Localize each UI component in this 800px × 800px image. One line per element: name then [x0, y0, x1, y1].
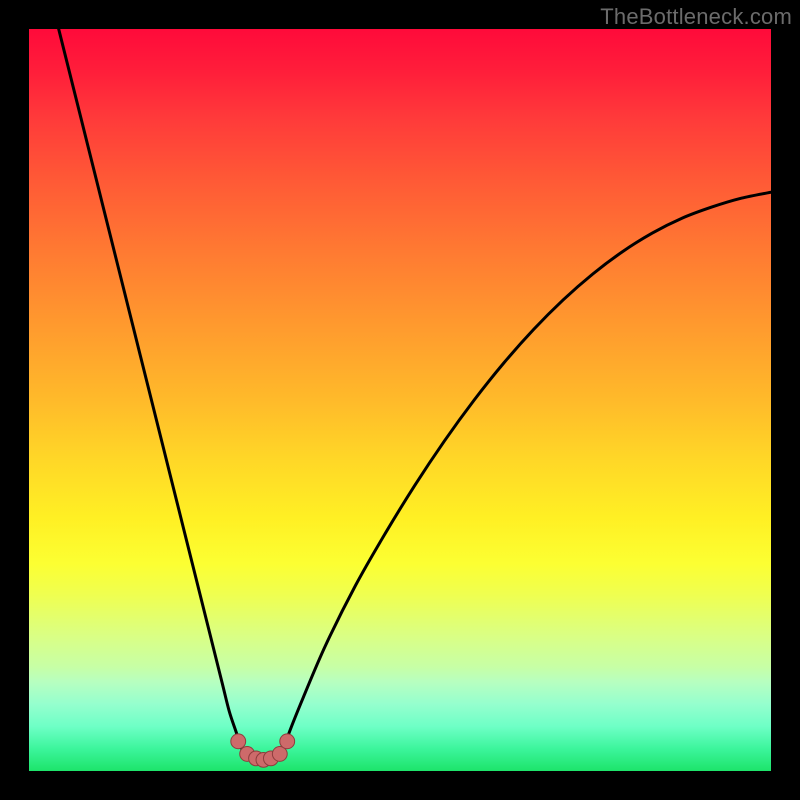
bottleneck-curve: [59, 29, 771, 760]
valley-markers: [231, 734, 295, 767]
plot-area: [29, 29, 771, 771]
valley-marker: [280, 734, 295, 749]
curve-layer: [29, 29, 771, 771]
chart-frame: TheBottleneck.com: [0, 0, 800, 800]
valley-marker: [231, 734, 246, 749]
watermark-text: TheBottleneck.com: [600, 4, 792, 30]
